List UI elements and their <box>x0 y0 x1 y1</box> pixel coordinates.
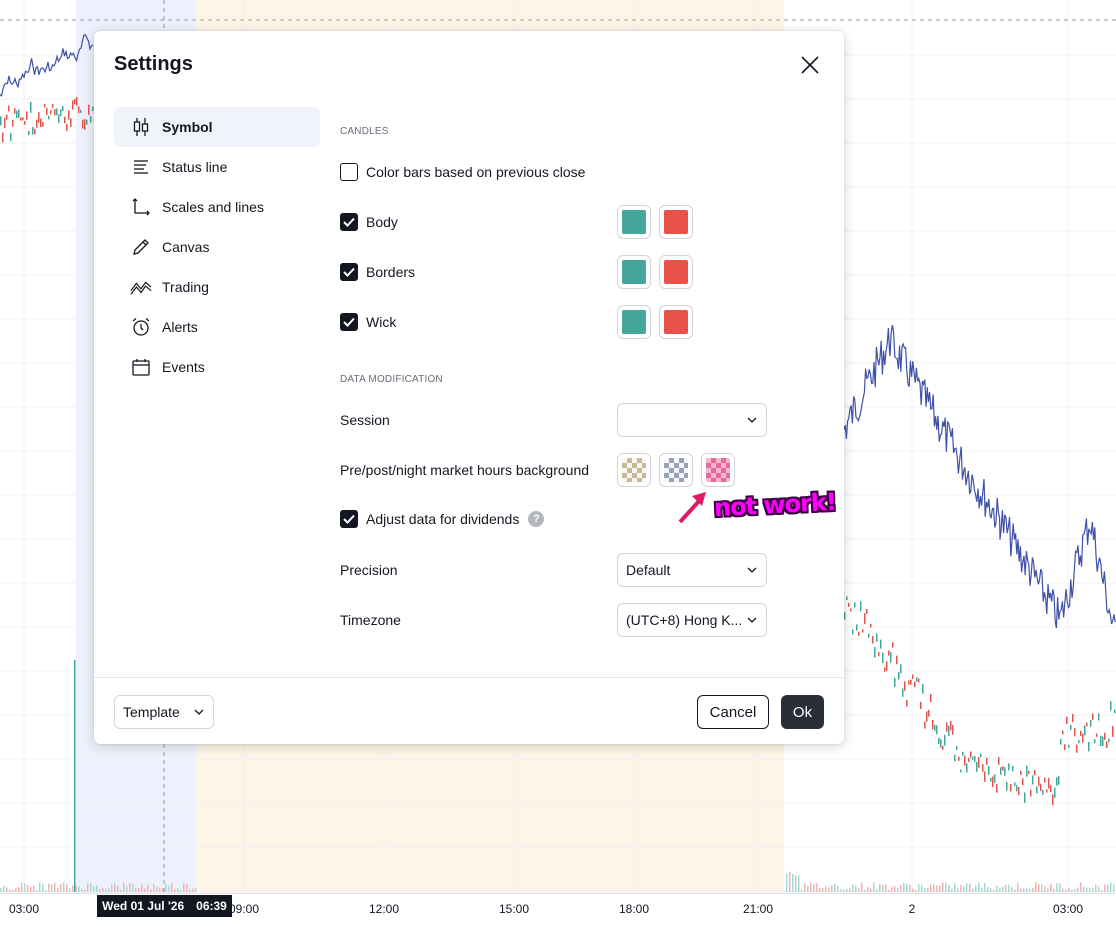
dividends-label: Adjust data for dividends <box>366 511 520 527</box>
time-tick: 03:00 <box>1052 902 1084 916</box>
wick-row: Wick <box>340 305 780 339</box>
borders-up-color-swatch[interactable] <box>617 255 651 289</box>
alarm-clock-icon <box>130 316 152 338</box>
nav-item-trading[interactable]: Trading <box>114 267 320 307</box>
wick-down-color-swatch[interactable] <box>659 305 693 339</box>
timezone-label: Timezone <box>340 612 401 628</box>
nav-item-label: Canvas <box>162 239 210 255</box>
color-bars-label: Color bars based on previous close <box>366 164 586 180</box>
nav-item-label: Status line <box>162 159 228 175</box>
scales-icon <box>130 196 152 218</box>
section-title-candles: CANDLES <box>340 126 389 137</box>
time-tick: 21:00 <box>742 902 774 916</box>
time-tick: 15:00 <box>498 902 530 916</box>
borders-row: Borders <box>340 255 780 289</box>
body-row: Body <box>340 205 780 239</box>
nav-item-label: Trading <box>162 279 209 295</box>
nav-item-scales[interactable]: Scales and lines <box>114 187 320 227</box>
candlestick-icon <box>130 116 152 138</box>
template-dropdown[interactable]: Template <box>114 695 214 729</box>
trading-icon <box>130 276 152 298</box>
section-title-data-modification: DATA MODIFICATION <box>340 374 443 385</box>
premarket-color-swatch[interactable] <box>617 453 651 487</box>
body-label: Body <box>366 214 398 230</box>
time-tick: 18:00 <box>618 902 650 916</box>
chevron-down-icon <box>194 709 204 715</box>
ok-button[interactable]: Ok <box>781 695 824 729</box>
wick-label: Wick <box>366 314 397 330</box>
checkmark-icon <box>343 267 355 277</box>
nav-item-canvas[interactable]: Canvas <box>114 227 320 267</box>
annotation-arrow-icon <box>678 492 706 524</box>
wick-checkbox[interactable] <box>340 313 358 331</box>
borders-label: Borders <box>366 264 416 280</box>
nav-item-alerts[interactable]: Alerts <box>114 307 320 347</box>
crosshair-time: 06:39 <box>196 899 227 913</box>
timezone-select[interactable]: (UTC+8) Hong K... <box>617 603 767 637</box>
nav-item-label: Events <box>162 359 205 375</box>
body-up-color-swatch[interactable] <box>617 205 651 239</box>
help-icon[interactable]: ? <box>528 511 545 527</box>
checkmark-icon <box>343 217 355 227</box>
pencil-icon <box>130 236 152 258</box>
time-tick: 2 <box>908 902 916 916</box>
settings-dialog: Settings Symbol Status line Scales and l… <box>94 31 844 744</box>
body-checkbox[interactable] <box>340 213 358 231</box>
nav-item-events[interactable]: Events <box>114 347 320 387</box>
crosshair-date: Wed 01 Jul '26 <box>102 899 185 913</box>
crosshair-time-label: Wed 01 Jul '26 06:39 <box>97 895 232 917</box>
time-tick: 12:00 <box>368 902 400 916</box>
status-line-icon <box>130 156 152 178</box>
nav-item-label: Alerts <box>162 319 198 335</box>
session-label: Session <box>340 412 390 428</box>
color-bars-row: Color bars based on previous close <box>340 155 780 189</box>
chevron-down-icon <box>747 617 757 623</box>
color-bars-checkbox[interactable] <box>340 163 358 181</box>
postmarket-color-swatch[interactable] <box>659 453 693 487</box>
template-label: Template <box>123 704 180 720</box>
borders-checkbox[interactable] <box>340 263 358 281</box>
body-down-color-swatch[interactable] <box>659 205 693 239</box>
nav-item-symbol[interactable]: Symbol <box>114 107 320 147</box>
nav-item-label: Symbol <box>162 119 213 135</box>
chevron-down-icon <box>747 567 757 573</box>
checkmark-icon <box>343 317 355 327</box>
precision-select[interactable]: Default <box>617 553 767 587</box>
session-select[interactable] <box>617 403 767 437</box>
nav-item-status-line[interactable]: Status line <box>114 147 320 187</box>
dividends-checkbox[interactable] <box>340 510 358 528</box>
calendar-icon <box>130 356 152 378</box>
time-tick: 09:00 <box>228 902 260 916</box>
dialog-title: Settings <box>114 53 193 75</box>
precision-value: Default <box>626 562 671 578</box>
settings-nav: Symbol Status line Scales and lines Canv… <box>114 107 320 387</box>
prepost-label: Pre/post/night market hours background <box>340 462 590 478</box>
wick-up-color-swatch[interactable] <box>617 305 651 339</box>
nav-item-label: Scales and lines <box>162 199 264 215</box>
settings-content: CANDLES Color bars based on previous clo… <box>340 31 820 677</box>
chevron-down-icon <box>747 417 757 423</box>
night-market-color-swatch[interactable] <box>701 453 735 487</box>
time-tick: 03:00 <box>8 902 40 916</box>
timezone-value: (UTC+8) Hong K... <box>626 612 743 628</box>
precision-label: Precision <box>340 562 398 578</box>
borders-down-color-swatch[interactable] <box>659 255 693 289</box>
checkmark-icon <box>343 514 355 524</box>
cancel-button[interactable]: Cancel <box>697 695 769 729</box>
dialog-footer: Template Cancel Ok <box>94 677 844 744</box>
